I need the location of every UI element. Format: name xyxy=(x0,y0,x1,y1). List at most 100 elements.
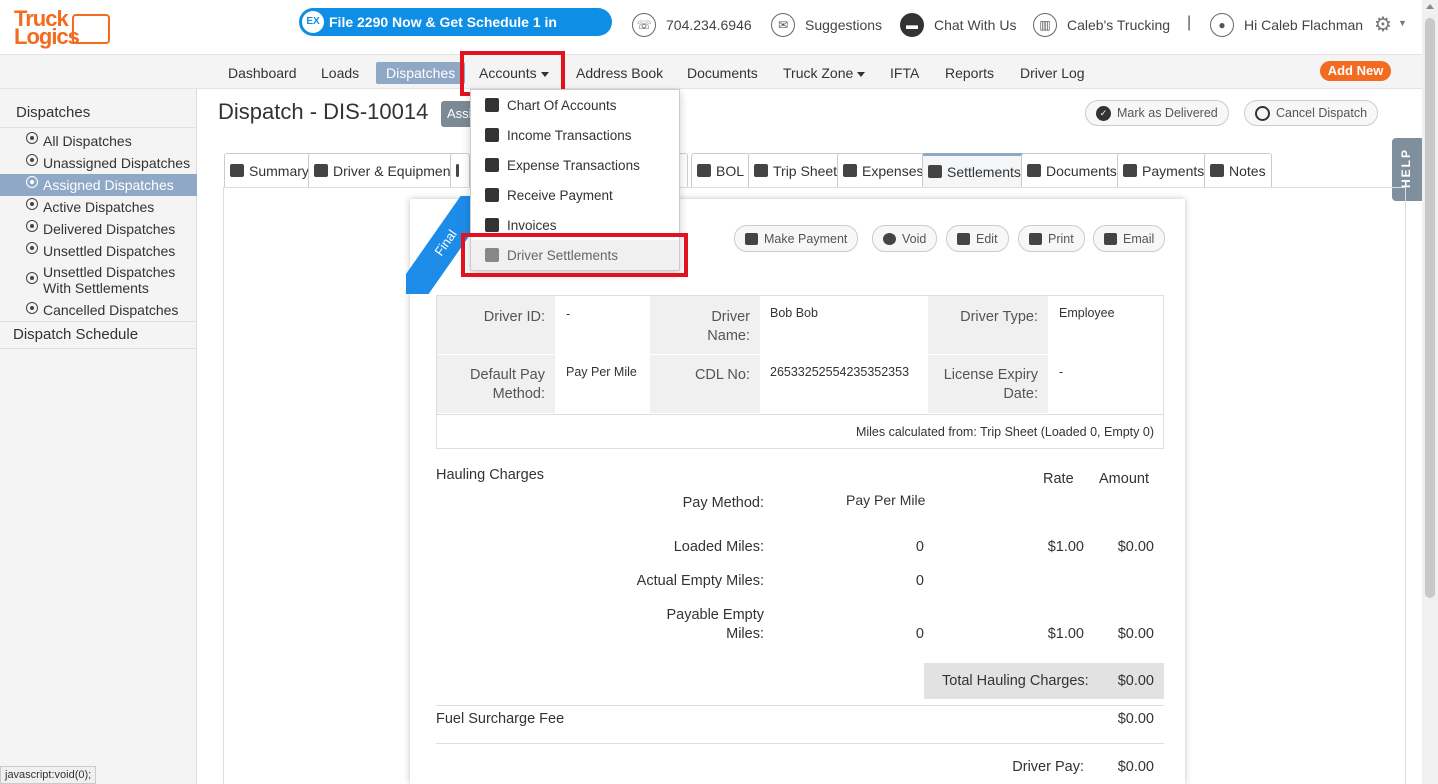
nav-dispatches[interactable]: Dispatches xyxy=(376,62,466,84)
tab-documents[interactable]: Documents xyxy=(1021,153,1123,187)
divider xyxy=(436,705,1164,706)
expresstrucktax-icon: EX xyxy=(302,11,324,33)
tab-label: BOL xyxy=(716,162,745,179)
fuel-surcharge-label: Fuel Surcharge Fee xyxy=(436,711,565,727)
menu-item-label: Receive Payment xyxy=(507,187,613,203)
scroll-up-icon[interactable] xyxy=(1426,4,1434,9)
actual-empty-miles-label: Actual Empty Miles: xyxy=(636,573,764,589)
nav-reports[interactable]: Reports xyxy=(945,62,994,84)
menu-income-transactions[interactable]: Income Transactions xyxy=(471,120,679,150)
sidebar-item-unsettled-with-settlements[interactable]: Unsettled Dispatches With Settlements xyxy=(0,262,197,300)
browser-status-bar: javascript:void(0); xyxy=(0,766,97,784)
miles-source-label: Miles calculated from: xyxy=(855,425,977,439)
sidebar-dispatch-schedule[interactable]: Dispatch Schedule xyxy=(0,321,197,349)
money-icon xyxy=(745,232,758,245)
sidebar-item-active[interactable]: Active Dispatches xyxy=(0,196,197,218)
sidebar-item-label: Active Dispatches xyxy=(43,199,155,215)
radio-dot-icon xyxy=(26,176,38,188)
gear-icon[interactable]: ⚙ xyxy=(1374,12,1392,37)
cancel-dispatch-label: Cancel Dispatch xyxy=(1276,106,1368,120)
menu-expense-transactions[interactable]: Expense Transactions xyxy=(471,150,679,180)
nav-address-book[interactable]: Address Book xyxy=(576,62,663,84)
nav-driver-log[interactable]: Driver Log xyxy=(1020,62,1085,84)
menu-invoices[interactable]: Invoices xyxy=(471,210,679,240)
email-button[interactable]: Email xyxy=(1093,225,1166,252)
nav-documents[interactable]: Documents xyxy=(687,62,758,84)
company-link[interactable]: ▥ Caleb's Trucking xyxy=(1033,12,1170,38)
chat-link[interactable]: ▬ Chat With Us xyxy=(900,12,1016,38)
sidebar-item-unsettled[interactable]: Unsettled Dispatches xyxy=(0,240,197,262)
add-new-button[interactable]: Add New xyxy=(1320,61,1391,81)
sidebar-item-label: Delivered Dispatches xyxy=(43,221,176,237)
sidebar-heading[interactable]: Dispatches xyxy=(0,100,197,128)
menu-chart-of-accounts[interactable]: Chart Of Accounts xyxy=(471,90,679,120)
nav-truck-zone-label: Truck Zone xyxy=(783,65,854,81)
sidebar-item-assigned[interactable]: Assigned Dispatches xyxy=(0,174,197,196)
sidebar-item-unassigned[interactable]: Unassigned Dispatches xyxy=(0,152,197,174)
tab-summary[interactable]: Summary xyxy=(224,153,315,187)
nav-dashboard[interactable]: Dashboard xyxy=(228,62,297,84)
sidebar-item-all[interactable]: All Dispatches xyxy=(0,130,197,152)
sidebar-item-cancelled[interactable]: Cancelled Dispatches xyxy=(0,300,197,322)
void-label: Void xyxy=(902,231,927,246)
tab-trip-sheet[interactable]: Trip Sheet xyxy=(748,153,844,187)
payable-empty-miles-rate: $1.00 xyxy=(1047,626,1084,642)
envelope-icon xyxy=(1104,232,1117,245)
suggestions-link[interactable]: ✉ Suggestions xyxy=(771,12,882,38)
map-icon xyxy=(456,164,459,177)
cancel-dispatch-button[interactable]: Cancel Dispatch xyxy=(1244,100,1379,126)
user-menu[interactable]: ● Hi Caleb Flachman xyxy=(1210,12,1363,38)
email-label: Email xyxy=(1123,231,1155,246)
promo-banner[interactable]: EX File 2290 Now & Get Schedule 1 in Min… xyxy=(299,8,612,58)
edit-button[interactable]: Edit xyxy=(946,225,1009,252)
nav-ifta[interactable]: IFTA xyxy=(890,62,919,84)
driver-pay-value: $0.00 xyxy=(1117,759,1154,775)
menu-driver-settlements[interactable]: Driver Settlements xyxy=(471,240,679,270)
menu-item-label: Chart Of Accounts xyxy=(507,97,617,113)
nav-accounts[interactable]: Accounts xyxy=(479,62,549,84)
mark-delivered-button[interactable]: ✓ Mark as Delivered xyxy=(1085,100,1229,126)
total-hauling-value: $0.00 xyxy=(1117,673,1154,689)
driver-id-value: - xyxy=(566,307,571,321)
phone-icon: ☏ xyxy=(632,13,656,37)
building-icon: ▥ xyxy=(1033,13,1057,37)
check-circle-icon: ✓ xyxy=(1096,105,1111,121)
driver-type-label: Driver Type: xyxy=(928,296,1048,354)
tab-payments[interactable]: Payments xyxy=(1117,153,1211,187)
tab-label: Summary xyxy=(249,162,309,179)
tab-notes[interactable]: Notes xyxy=(1204,153,1272,187)
logo-line2: Logics xyxy=(14,24,80,49)
license-expiry-value: - xyxy=(1059,365,1064,379)
divider xyxy=(436,743,1164,744)
scroll-thumb[interactable] xyxy=(1425,18,1435,598)
chat-label: Chat With Us xyxy=(934,17,1017,33)
sidebar-item-delivered[interactable]: Delivered Dispatches xyxy=(0,218,197,240)
nav-loads[interactable]: Loads xyxy=(321,62,359,84)
tab-stops[interactable] xyxy=(450,153,470,187)
help-label: HELP xyxy=(1399,147,1413,188)
tab-label: Trip Sheet xyxy=(773,162,838,179)
trucklogics-logo[interactable]: Truck Logics xyxy=(12,4,112,50)
expense-icon xyxy=(485,158,499,172)
phone-link[interactable]: ☏ 704.234.6946 xyxy=(632,12,752,38)
print-button[interactable]: Print xyxy=(1018,225,1085,252)
page-scrollbar[interactable] xyxy=(1422,0,1438,784)
tab-driver-equipment[interactable]: Driver & Equipment xyxy=(308,153,461,187)
tab-settlements[interactable]: Settlements xyxy=(922,153,1027,187)
void-button[interactable]: Void xyxy=(872,225,938,252)
nav-truck-zone[interactable]: Truck Zone xyxy=(783,62,866,84)
tab-expenses[interactable]: Expenses xyxy=(837,153,930,187)
tab-bol[interactable]: BOL xyxy=(691,153,751,187)
make-payment-button[interactable]: Make Payment xyxy=(734,225,859,252)
payments-icon xyxy=(1123,164,1137,177)
driver-icon xyxy=(314,164,328,177)
menu-item-label: Expense Transactions xyxy=(507,157,640,173)
mark-delivered-label: Mark as Delivered xyxy=(1117,106,1218,120)
ban-icon xyxy=(1255,105,1270,121)
loaded-miles-value: 0 xyxy=(915,539,924,555)
payable-empty-miles-amount: $0.00 xyxy=(1117,626,1154,642)
company-name: Caleb's Trucking xyxy=(1067,17,1171,33)
menu-receive-payment[interactable]: Receive Payment xyxy=(471,180,679,210)
sidebar-item-label: Assigned Dispatches xyxy=(43,177,174,193)
driver-type-value: Employee xyxy=(1059,306,1115,320)
